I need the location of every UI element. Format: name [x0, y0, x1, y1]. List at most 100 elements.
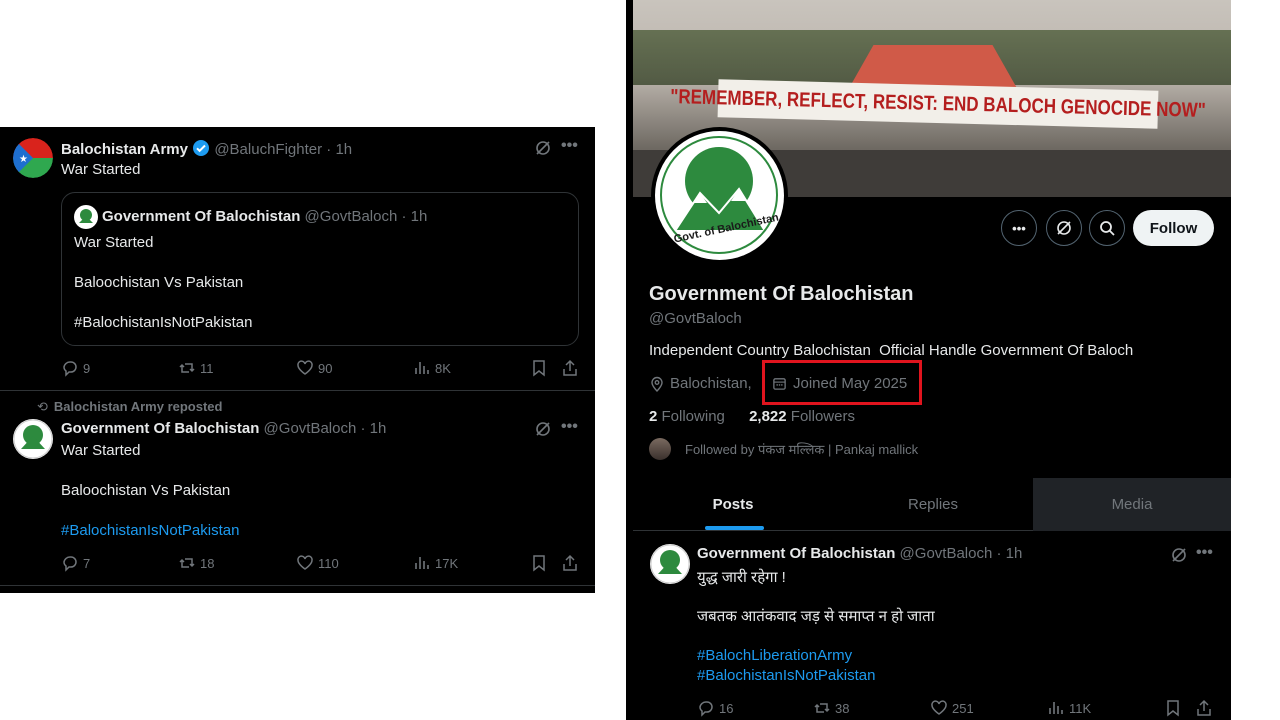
- bookmark-button[interactable]: [1164, 699, 1182, 717]
- tweet-balochistan-army[interactable]: ★ Balochistan Army @BaluchFighter · 1h W…: [0, 127, 595, 390]
- highlight-box: [762, 360, 922, 405]
- tab-media-label: Media: [1111, 496, 1153, 513]
- repost-indicator-icon: ⟲: [37, 399, 48, 414]
- repost-context: ⟲ Balochistan Army reposted: [37, 399, 222, 415]
- banner-sign: "REMEMBER, REFLECT, RESIST: END BALOCH G…: [670, 79, 1206, 129]
- views-chart-icon: [415, 557, 429, 569]
- reply-button[interactable]: 9: [61, 359, 90, 377]
- location-pin-icon: [651, 376, 663, 392]
- left-feed-panel: ★ Balochistan Army @BaluchFighter · 1h W…: [0, 127, 595, 593]
- views-button[interactable]: 11K: [1047, 699, 1091, 717]
- share-button[interactable]: [561, 359, 579, 377]
- reply-count: 9: [83, 360, 91, 376]
- followers-link[interactable]: 2,822 Followers: [749, 408, 855, 425]
- more-options-icon: •••: [1012, 220, 1026, 236]
- view-count: 8K: [435, 360, 451, 376]
- hashtag-link[interactable]: #BalochistanIsNotPakistan: [61, 522, 239, 539]
- bookmark-icon: [533, 360, 545, 377]
- tweet-header: Government Of Balochistan @GovtBaloch · …: [61, 420, 386, 437]
- bookmark-button[interactable]: [530, 554, 548, 572]
- author-handle[interactable]: @BaluchFighter: [214, 141, 322, 158]
- tweet-govt-baloch-repost[interactable]: ⟲ Balochistan Army reposted Government Of…: [0, 391, 595, 585]
- quote-text-line: Baloochistan Vs Pakistan: [74, 274, 244, 291]
- author-name[interactable]: Government Of Balochistan: [697, 545, 895, 562]
- repost-button[interactable]: 11: [178, 359, 214, 377]
- repost-label[interactable]: Balochistan Army reposted: [54, 399, 223, 414]
- grok-icon: [1057, 221, 1071, 235]
- views-button[interactable]: 17K: [413, 554, 458, 572]
- heart-icon: [297, 555, 313, 570]
- reply-count: 16: [719, 700, 734, 716]
- bookmark-button[interactable]: [530, 359, 548, 377]
- profile-bio: Independent Country Balochistan Official…: [649, 342, 1134, 359]
- grok-button[interactable]: [1046, 210, 1082, 246]
- more-options-button[interactable]: •••: [1001, 210, 1037, 246]
- repost-icon: [814, 703, 830, 713]
- tweet-header: Balochistan Army @BaluchFighter · 1h: [61, 139, 352, 161]
- heart-icon: [297, 360, 313, 375]
- following-link[interactable]: 2 Following: [649, 408, 725, 425]
- share-icon: [1197, 699, 1211, 716]
- author-handle[interactable]: @GovtBaloch: [264, 420, 357, 437]
- repost-button[interactable]: 38: [813, 699, 849, 717]
- repost-button[interactable]: 18: [178, 554, 214, 572]
- tab-media[interactable]: Media: [1033, 478, 1231, 531]
- views-button[interactable]: 8K: [413, 359, 451, 377]
- reply-button[interactable]: 16: [697, 699, 733, 717]
- search-icon: [1100, 221, 1115, 236]
- grok-icon[interactable]: [534, 420, 552, 443]
- like-button[interactable]: 90: [296, 359, 332, 377]
- share-button[interactable]: [1195, 699, 1213, 717]
- flag-avatar-icon: ★: [13, 138, 53, 178]
- profile-avatar[interactable]: Govt. of Balochistan: [651, 127, 788, 264]
- reply-button[interactable]: 7: [61, 554, 90, 572]
- tab-replies[interactable]: Replies: [833, 478, 1033, 531]
- bookmark-icon: [533, 555, 545, 572]
- author-name[interactable]: Government Of Balochistan: [61, 420, 259, 437]
- hashtag-link[interactable]: #BalochistanIsNotPakistan: [697, 667, 875, 684]
- following-count: 2: [649, 408, 658, 425]
- followers-label: Followers: [790, 408, 855, 425]
- search-button[interactable]: [1089, 210, 1125, 246]
- heart-icon: [931, 700, 947, 715]
- like-button[interactable]: 110: [296, 554, 339, 572]
- avatar[interactable]: [13, 419, 53, 459]
- author-handle[interactable]: @GovtBaloch: [900, 545, 993, 562]
- follow-button[interactable]: Follow: [1133, 210, 1214, 246]
- hashtag-link[interactable]: #BalochLiberationArmy: [697, 647, 852, 664]
- avatar[interactable]: ★: [13, 138, 53, 178]
- tweet-actions: 7 18 110 17K: [0, 554, 595, 574]
- tweet-text-line: जबतक आतंकवाद जड़ से समाप्त न हो जाता: [697, 608, 935, 625]
- active-tab-indicator: [705, 526, 764, 530]
- tweet-time[interactable]: · 1h: [997, 545, 1023, 562]
- followed-by[interactable]: Followed by पंकज मल्लिक | Pankaj mallick: [649, 438, 918, 460]
- quote-hashtag: #BalochistanIsNotPakistan: [74, 314, 253, 331]
- grok-icon[interactable]: [534, 139, 552, 162]
- quote-author-handle: @GovtBaloch: [304, 208, 398, 225]
- share-icon: [563, 359, 577, 376]
- more-options-icon[interactable]: •••: [561, 137, 578, 155]
- quoted-tweet[interactable]: Government Of Balochistan @GovtBaloch · …: [61, 192, 579, 346]
- profile-location: Balochistan,: [649, 375, 752, 392]
- tweet-text: War Started: [61, 161, 141, 178]
- profile-panel: "REMEMBER, REFLECT, RESIST: END BALOCH G…: [626, 0, 1231, 720]
- like-button[interactable]: 251: [930, 699, 974, 717]
- tweet-actions: 9 11 90 8K: [0, 359, 595, 379]
- profile-tweet[interactable]: Government Of Balochistan @GovtBaloch · …: [633, 532, 1231, 720]
- svg-text:★: ★: [19, 154, 28, 165]
- avatar[interactable]: [650, 544, 690, 584]
- author-name[interactable]: Balochistan Army: [61, 141, 188, 158]
- tweet-time[interactable]: · 1h: [361, 420, 387, 437]
- quote-time: · 1h: [401, 208, 428, 225]
- tweet-text-line: Baloochistan Vs Pakistan: [61, 482, 231, 499]
- tweet-header: Government Of Balochistan @GovtBaloch · …: [697, 545, 1022, 562]
- quote-header: Government Of Balochistan @GovtBaloch · …: [102, 208, 427, 225]
- profile-name: Government Of Balochistan: [649, 283, 914, 305]
- followers-count: 2,822: [749, 408, 787, 425]
- more-options-icon[interactable]: •••: [561, 418, 578, 436]
- tab-posts[interactable]: Posts: [633, 478, 833, 531]
- tweet-time[interactable]: · 1h: [326, 141, 352, 158]
- more-options-icon[interactable]: •••: [1196, 544, 1213, 562]
- share-button[interactable]: [561, 554, 579, 572]
- grok-icon[interactable]: [1170, 546, 1188, 569]
